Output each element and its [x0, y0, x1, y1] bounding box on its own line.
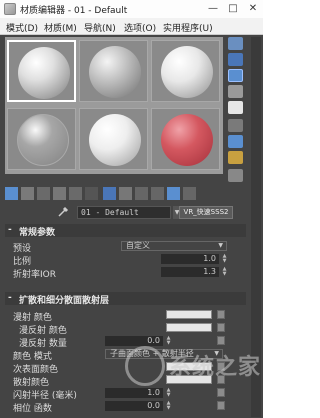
assign-to-selection-icon[interactable]	[37, 187, 50, 200]
material-toolbar	[5, 187, 245, 201]
param-row-diffuse-reflect-color: 漫反射 颜色	[5, 322, 246, 336]
put-to-scene-icon[interactable]	[21, 187, 34, 200]
video-color-check-icon[interactable]	[228, 101, 243, 114]
material-navigator-icon[interactable]	[228, 169, 243, 182]
sample-slot-2[interactable]	[79, 40, 148, 102]
rollout-title: 常规参数	[19, 228, 56, 238]
background-checker-icon[interactable]	[228, 69, 243, 82]
close-button[interactable]: ✕	[244, 1, 262, 17]
color-swatch[interactable]	[166, 310, 212, 319]
material-sphere	[89, 46, 141, 98]
show-end-result-icon[interactable]	[151, 187, 164, 200]
chevron-down-icon: ▼	[218, 242, 223, 249]
maximize-button[interactable]: □	[224, 1, 242, 17]
material-type-button[interactable]: VR_快速SSS2	[179, 206, 233, 219]
preset-select[interactable]: 自定义 ▼	[121, 241, 227, 251]
make-preview-icon[interactable]	[228, 119, 243, 132]
sample-slot-tools	[226, 37, 246, 187]
material-sphere	[161, 114, 213, 166]
menu-options[interactable]: 选项(O)	[124, 21, 156, 34]
param-row-scale: 比例 1.0 ▲ ▼	[5, 253, 246, 268]
sample-slot-3[interactable]	[151, 40, 220, 102]
rollout-header[interactable]: - 扩散和细分散面散射层	[5, 292, 246, 306]
spinner-icon[interactable]: ▲ ▼	[165, 388, 172, 398]
collapse-icon: -	[8, 225, 12, 235]
options-icon[interactable]	[228, 135, 243, 148]
put-to-library-icon[interactable]	[85, 187, 98, 200]
collapse-icon: -	[8, 293, 12, 303]
param-label: 相位 函数	[13, 404, 52, 414]
title-bar: 材质编辑器 - 01 - Default — □ ✕	[0, 0, 263, 18]
sample-slot-6[interactable]	[151, 108, 220, 170]
menu-navigation[interactable]: 导航(N)	[84, 21, 116, 34]
sample-slot-1[interactable]	[7, 40, 76, 102]
param-label: 折射率IOR	[13, 270, 56, 280]
material-name-field[interactable]: 01 - Default	[77, 206, 171, 219]
menu-bar: 模式(D) 材质(M) 导航(N) 选项(O) 实用程序(U)	[0, 18, 263, 35]
watermark-logo	[125, 346, 165, 386]
scale-input[interactable]: 1.0	[161, 254, 219, 264]
uv-tiling-icon[interactable]	[228, 85, 243, 98]
show-shaded-map-icon[interactable]	[135, 187, 148, 200]
sample-slot-5[interactable]	[79, 108, 148, 170]
material-sphere	[89, 114, 141, 166]
material-sphere	[161, 46, 213, 98]
watermark-text: 系统之家	[169, 355, 262, 380]
make-unique-icon[interactable]	[69, 187, 82, 200]
select-value: 自定义	[126, 241, 150, 250]
watermark: 系统之家	[125, 344, 260, 388]
menu-utilities[interactable]: 实用程序(U)	[163, 21, 213, 34]
param-row-ior: 折射率IOR 1.3 ▲ ▼	[5, 266, 246, 281]
param-row-preset: 预设 自定义 ▼	[5, 240, 246, 254]
map-button[interactable]	[217, 323, 225, 332]
minimize-button[interactable]: —	[204, 1, 222, 17]
go-to-parent-icon[interactable]	[167, 187, 180, 200]
ior-input[interactable]: 1.3	[161, 267, 219, 277]
spinner-icon[interactable]: ▲ ▼	[165, 401, 172, 411]
sample-slots-area	[5, 37, 223, 174]
backlight-icon[interactable]	[228, 53, 243, 66]
scatter-radius-input[interactable]: 1.0	[105, 388, 163, 398]
param-row-scatter-radius: 闪射半径 (毫米) 1.0 ▲ ▼	[5, 387, 246, 401]
select-by-material-icon[interactable]	[228, 151, 243, 164]
sample-type-icon[interactable]	[228, 37, 243, 50]
rollout-title: 扩散和细分散面散射层	[19, 296, 110, 306]
go-forward-sibling-icon[interactable]	[183, 187, 196, 200]
reset-map-icon[interactable]	[53, 187, 66, 200]
menu-material[interactable]: 材质(M)	[44, 21, 77, 34]
param-row-diffuse-color: 漫射 颜色	[5, 309, 246, 323]
map-button[interactable]	[217, 310, 225, 319]
color-swatch[interactable]	[166, 323, 212, 332]
material-editor-window: 材质编辑器 - 01 - Default — □ ✕ 模式(D) 材质(M) 导…	[0, 0, 263, 418]
app-icon	[4, 3, 16, 15]
material-id-icon[interactable]	[119, 187, 132, 200]
material-sphere	[17, 114, 69, 166]
rollout-header[interactable]: - 常规参数	[5, 224, 246, 238]
spinner-icon[interactable]: ▲ ▼	[221, 254, 228, 264]
rollout-basic-params: - 常规参数 预设 自定义 ▼ 比例 1.0 ▲ ▼ 折射率IOR 1.3 ▲ ▼	[5, 224, 246, 280]
phase-function-input[interactable]: 0.0	[105, 401, 163, 411]
get-material-icon[interactable]	[5, 187, 18, 200]
save-icon[interactable]	[103, 187, 116, 200]
spinner-icon[interactable]: ▲ ▼	[221, 267, 228, 277]
eyedropper-icon[interactable]	[57, 206, 69, 218]
map-button[interactable]	[217, 388, 225, 397]
param-row-phase-function: 相位 函数 0.0 ▲ ▼	[5, 400, 246, 414]
sample-slot-4[interactable]	[7, 108, 76, 170]
window-title: 材质编辑器 - 01 - Default	[20, 6, 128, 16]
material-sphere	[18, 47, 70, 99]
material-name-row: 01 - Default ▼ VR_快速SSS2	[5, 204, 250, 221]
menu-mode[interactable]: 模式(D)	[6, 21, 38, 34]
map-button[interactable]	[217, 401, 225, 410]
